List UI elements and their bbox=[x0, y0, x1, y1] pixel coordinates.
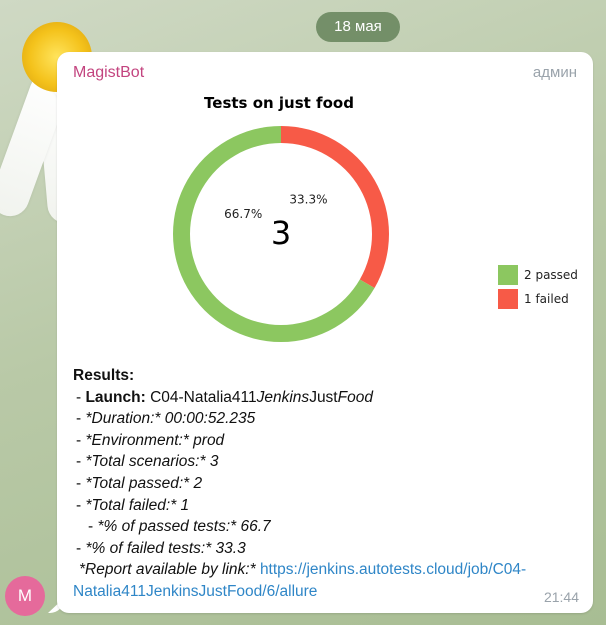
percent-label-2-passed: 66.7% bbox=[224, 207, 262, 221]
sender-role: админ bbox=[532, 64, 577, 81]
report-link-part2[interactable]: Natalia411JenkinsJustFood/6/allure bbox=[73, 583, 317, 600]
environment-line: - *Environment:* prod bbox=[76, 431, 225, 449]
legend-swatch-1-failed bbox=[498, 289, 518, 309]
bot-avatar[interactable]: M bbox=[5, 576, 45, 616]
percent-label-1-failed: 33.3% bbox=[289, 193, 327, 207]
report-link-part1[interactable]: https://jenkins.autotests.cloud/job/C04- bbox=[260, 561, 526, 578]
report-line: *Report available by link:* https://jenk… bbox=[79, 561, 527, 579]
launch-line: - Launch: C04-Natalia411JenkinsJustFood bbox=[76, 388, 373, 406]
donut-chart: Tests on just food 3 33.3% 66.7% 2 passed… bbox=[172, 94, 578, 342]
duration-line: - *Duration:* 00:00:52.235 bbox=[76, 410, 256, 428]
total-passed-line: - *Total passed:* 2 bbox=[76, 474, 203, 492]
results-heading: Results: bbox=[73, 367, 135, 384]
total-scenarios-line: - *Total scenarios:* 3 bbox=[76, 453, 219, 471]
date-chip: 18 мая bbox=[316, 12, 400, 42]
passed-pct-line: - *% of passed tests:* 66.7 bbox=[88, 518, 271, 536]
chart-legend: 2 passed 1 failed bbox=[498, 265, 578, 309]
total-failed-line: - *Total failed:* 1 bbox=[76, 496, 190, 514]
message-time: 21:44 bbox=[543, 589, 579, 605]
legend-label-1-failed: 1 failed bbox=[524, 292, 569, 306]
chart-image[interactable]: Tests on just food 3 33.3% 66.7% 2 passed… bbox=[71, 86, 591, 376]
slice-1-failed bbox=[281, 126, 389, 288]
chart-center-label: 3 bbox=[271, 214, 291, 252]
legend-label-2-passed: 2 passed bbox=[524, 268, 578, 282]
sender-name[interactable]: MagistBot bbox=[73, 64, 144, 82]
message-bubble[interactable]: MagistBot админ Tests on just food 3 33.… bbox=[57, 52, 593, 613]
legend-swatch-2-passed bbox=[498, 265, 518, 285]
chart-title: Tests on just food bbox=[204, 94, 354, 112]
results-text: Results: - Launch: C04-Natalia411Jenkins… bbox=[73, 365, 583, 603]
failed-pct-line: - *% of failed tests:* 33.3 bbox=[76, 539, 246, 557]
